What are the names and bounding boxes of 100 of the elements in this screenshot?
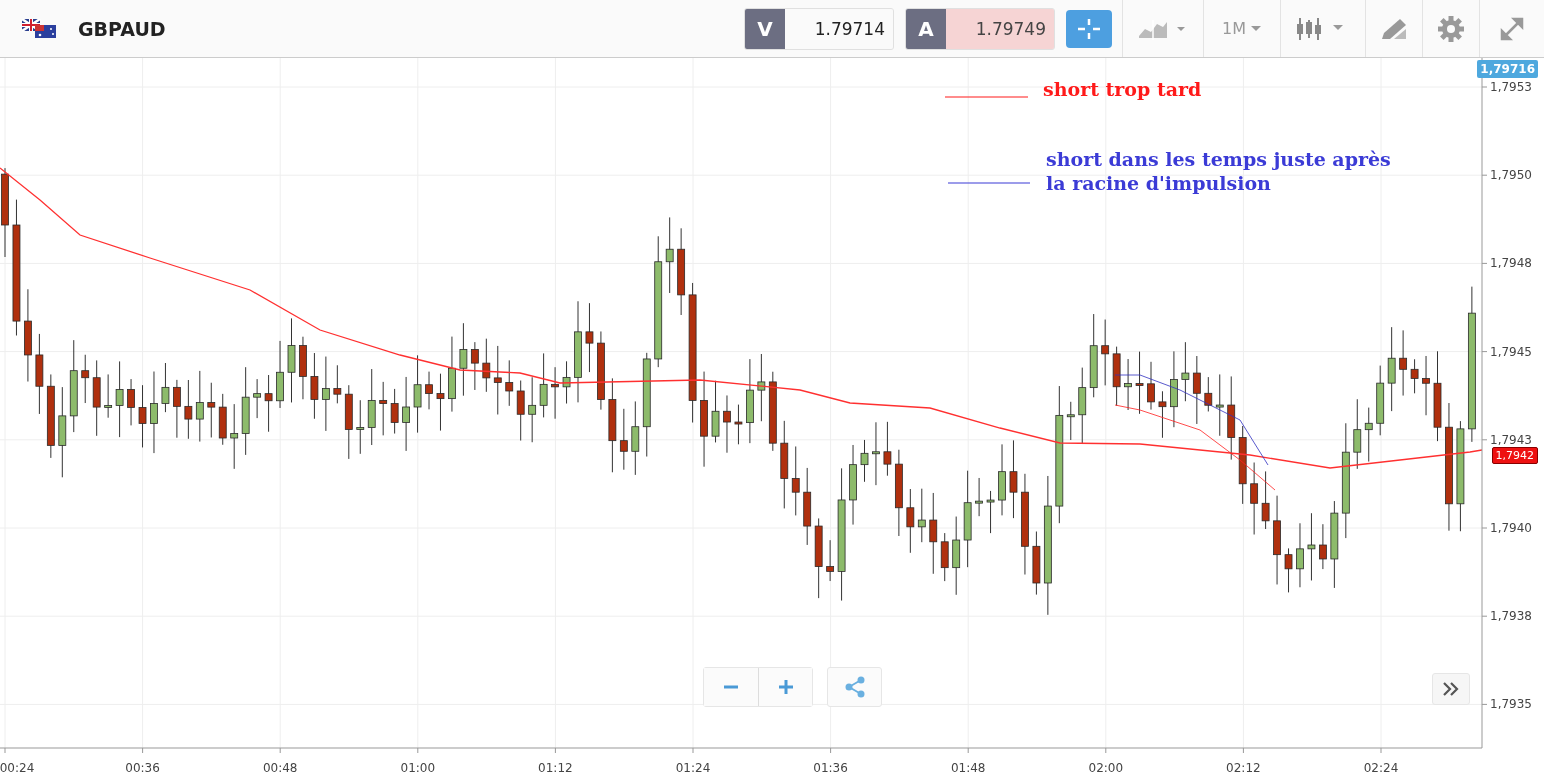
time-tick-label: 01:36 bbox=[813, 761, 848, 775]
candle bbox=[1261, 470, 1270, 530]
price-tick-label: 1,7950 bbox=[1490, 168, 1532, 183]
candle bbox=[104, 373, 113, 419]
symbol-title: GBPAUD bbox=[78, 17, 166, 40]
time-tick-label: 01:12 bbox=[538, 761, 573, 775]
candle bbox=[482, 338, 491, 393]
price-tick-label: 1,7943 bbox=[1490, 432, 1532, 447]
time-tick-label: 00:48 bbox=[262, 761, 298, 775]
candle bbox=[791, 446, 800, 516]
candle bbox=[161, 362, 170, 413]
candle bbox=[1296, 522, 1304, 588]
candle bbox=[1376, 365, 1385, 436]
candle bbox=[872, 421, 880, 486]
candle bbox=[138, 384, 147, 448]
time-tick-label: 02:00 bbox=[1088, 761, 1124, 775]
candle bbox=[1101, 319, 1110, 386]
candle bbox=[1364, 407, 1373, 463]
candle bbox=[986, 490, 995, 534]
candle bbox=[723, 394, 731, 454]
candle bbox=[264, 374, 273, 433]
candle bbox=[1307, 512, 1316, 581]
crosshair-button[interactable] bbox=[1066, 9, 1112, 48]
settings-icon[interactable] bbox=[1437, 14, 1465, 43]
candle bbox=[127, 378, 135, 426]
candle bbox=[860, 439, 869, 483]
caret-icon bbox=[1250, 24, 1262, 33]
candle bbox=[253, 378, 261, 419]
plus-icon bbox=[777, 679, 794, 695]
buy-price-button[interactable]: A 1.79749 bbox=[905, 7, 1055, 50]
time-tick-label: 02:24 bbox=[1363, 761, 1399, 775]
candle bbox=[436, 373, 445, 432]
share-icon bbox=[843, 676, 866, 698]
candle bbox=[390, 388, 399, 435]
candle bbox=[711, 380, 720, 443]
share-button[interactable] bbox=[827, 667, 882, 707]
candle bbox=[1215, 373, 1224, 437]
candle bbox=[883, 421, 892, 477]
candle bbox=[1112, 346, 1121, 407]
price-tick-label: 1,7953 bbox=[1490, 80, 1532, 94]
price-tick-label: 1,7945 bbox=[1490, 344, 1532, 359]
candle bbox=[184, 379, 193, 440]
candle bbox=[539, 352, 548, 418]
candle bbox=[173, 379, 181, 439]
time-tick-label: 00:24 bbox=[0, 761, 35, 775]
candle bbox=[81, 354, 90, 404]
annotation-text: short trop tard bbox=[1043, 77, 1202, 101]
candle bbox=[1124, 358, 1132, 411]
candle bbox=[1204, 376, 1213, 412]
candle bbox=[585, 302, 594, 373]
candle bbox=[505, 359, 514, 407]
scroll-to-latest-button[interactable] bbox=[1432, 673, 1470, 705]
double-chevron-icon bbox=[1442, 682, 1460, 696]
candle bbox=[333, 364, 342, 404]
current-price-badge: 1,7942 bbox=[1491, 447, 1538, 464]
candle bbox=[826, 539, 834, 582]
candle bbox=[1284, 547, 1293, 593]
drawing-tools-icon[interactable] bbox=[1380, 16, 1408, 41]
candle bbox=[1399, 329, 1407, 397]
candle bbox=[1147, 361, 1155, 411]
candle bbox=[1181, 341, 1190, 402]
candle bbox=[356, 399, 365, 455]
candle bbox=[516, 380, 525, 442]
candle bbox=[1410, 358, 1419, 394]
candle bbox=[734, 404, 743, 445]
candle bbox=[299, 336, 307, 400]
candle bbox=[757, 353, 766, 422]
price-tick-label: 1,7935 bbox=[1490, 697, 1532, 712]
candle bbox=[310, 352, 319, 420]
candle bbox=[470, 341, 479, 391]
candle bbox=[619, 408, 628, 471]
candle bbox=[975, 477, 983, 517]
candle bbox=[551, 366, 559, 420]
candle bbox=[1066, 401, 1075, 441]
candle bbox=[906, 488, 915, 554]
annotation-text: short dans les temps juste après la racine d'impulsion bbox=[1046, 147, 1391, 195]
candle bbox=[940, 532, 949, 582]
sell-price-button[interactable]: V 1.79714 bbox=[744, 7, 894, 50]
candle bbox=[1422, 355, 1430, 416]
candle bbox=[528, 376, 537, 443]
time-tick-label: 00:36 bbox=[125, 761, 160, 775]
candle bbox=[276, 340, 284, 409]
candle bbox=[207, 382, 216, 438]
zoom-in-button[interactable] bbox=[758, 668, 812, 706]
price-tick-label: 1,7940 bbox=[1490, 521, 1532, 535]
candle bbox=[1353, 398, 1362, 470]
candle bbox=[230, 403, 239, 470]
time-tick-label: 01:00 bbox=[400, 761, 436, 775]
time-tick-label: 01:48 bbox=[950, 761, 986, 775]
price-tick-label: 1,7938 bbox=[1490, 609, 1532, 624]
candle bbox=[218, 393, 227, 446]
time-tick-label: 01:24 bbox=[675, 761, 711, 775]
candle bbox=[1192, 355, 1201, 425]
candle bbox=[1158, 390, 1167, 439]
candle bbox=[379, 381, 388, 436]
price-tick-label: 1,7948 bbox=[1490, 256, 1532, 271]
candle bbox=[562, 360, 571, 404]
candle bbox=[1319, 523, 1327, 570]
candle bbox=[917, 488, 926, 543]
candle bbox=[1032, 531, 1041, 596]
